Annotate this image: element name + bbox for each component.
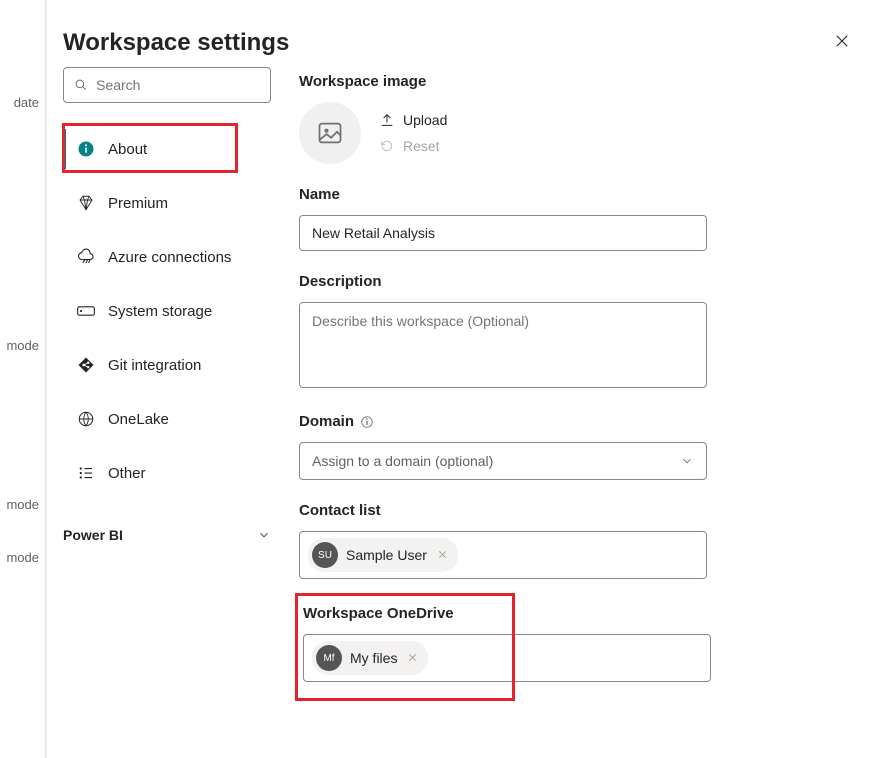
search-input[interactable] [96, 77, 260, 93]
label-name: Name [299, 186, 819, 203]
nav-label: Other [108, 465, 146, 482]
nav-premium[interactable]: Premium [63, 183, 271, 223]
onelake-icon [76, 409, 96, 429]
nav-git[interactable]: Git integration [63, 345, 271, 385]
upload-label: Upload [403, 112, 447, 128]
content-area: Workspace image Upload Reset [299, 67, 819, 686]
avatar: Mf [316, 645, 342, 671]
contact-list-input[interactable]: SU Sample User [299, 531, 707, 579]
panel-header: Workspace settings [47, 0, 885, 67]
nav-azure[interactable]: Azure connections [63, 237, 271, 277]
close-icon [407, 652, 418, 663]
nav-label: Azure connections [108, 249, 231, 266]
reset-icon [379, 138, 395, 154]
workspace-image-row: Upload Reset [299, 102, 819, 164]
nav-other[interactable]: Other [63, 453, 271, 493]
close-icon [437, 549, 448, 560]
info-icon [76, 139, 96, 159]
reset-button: Reset [379, 138, 447, 154]
git-icon [76, 355, 96, 375]
description-input[interactable] [299, 302, 707, 388]
subhead-powerbi[interactable]: Power BI [63, 521, 271, 549]
chevron-down-icon [257, 528, 271, 542]
label-contact-list: Contact list [299, 502, 819, 519]
onedrive-input[interactable]: Mf My files [303, 634, 711, 682]
nav-list: About Premium Azure connections [63, 129, 271, 493]
label-description: Description [299, 273, 819, 290]
label-domain: Domain [299, 413, 819, 430]
panel-title: Workspace settings [63, 29, 289, 57]
avatar: SU [312, 542, 338, 568]
remove-onedrive-button[interactable] [405, 650, 420, 666]
sidebar: About Premium Azure connections [63, 67, 271, 686]
subhead-label: Power BI [63, 527, 123, 543]
diamond-icon [76, 193, 96, 213]
storage-icon [76, 301, 96, 321]
search-box[interactable] [63, 67, 271, 103]
domain-placeholder: Assign to a domain (optional) [312, 453, 493, 469]
onedrive-chip: Mf My files [312, 641, 428, 675]
nav-storage[interactable]: System storage [63, 291, 271, 331]
settings-panel: Workspace settings About [46, 0, 885, 758]
close-button[interactable] [829, 28, 855, 57]
onedrive-name: My files [350, 650, 397, 666]
nav-label: About [108, 141, 147, 158]
label-workspace-image: Workspace image [299, 73, 819, 90]
contact-chip: SU Sample User [308, 538, 458, 572]
close-icon [833, 32, 851, 50]
domain-select[interactable]: Assign to a domain (optional) [299, 442, 707, 480]
search-icon [74, 77, 88, 93]
reset-label: Reset [403, 138, 440, 154]
contact-name: Sample User [346, 547, 427, 563]
upload-icon [379, 112, 395, 128]
list-icon [76, 463, 96, 483]
image-icon [316, 119, 344, 147]
upload-button[interactable]: Upload [379, 112, 447, 128]
nav-onelake[interactable]: OneLake [63, 399, 271, 439]
nav-label: Git integration [108, 357, 201, 374]
chevron-down-icon [680, 454, 694, 468]
nav-label: System storage [108, 303, 212, 320]
nav-label: Premium [108, 195, 168, 212]
cloud-icon [76, 247, 96, 267]
background-panel-edge: date mode mode mode [0, 0, 46, 758]
remove-contact-button[interactable] [435, 547, 450, 563]
nav-label: OneLake [108, 411, 169, 428]
nav-about[interactable]: About [63, 129, 271, 169]
name-input[interactable] [299, 215, 707, 251]
workspace-image-placeholder [299, 102, 361, 164]
info-icon [360, 415, 374, 429]
label-workspace-onedrive: Workspace OneDrive [303, 605, 815, 622]
